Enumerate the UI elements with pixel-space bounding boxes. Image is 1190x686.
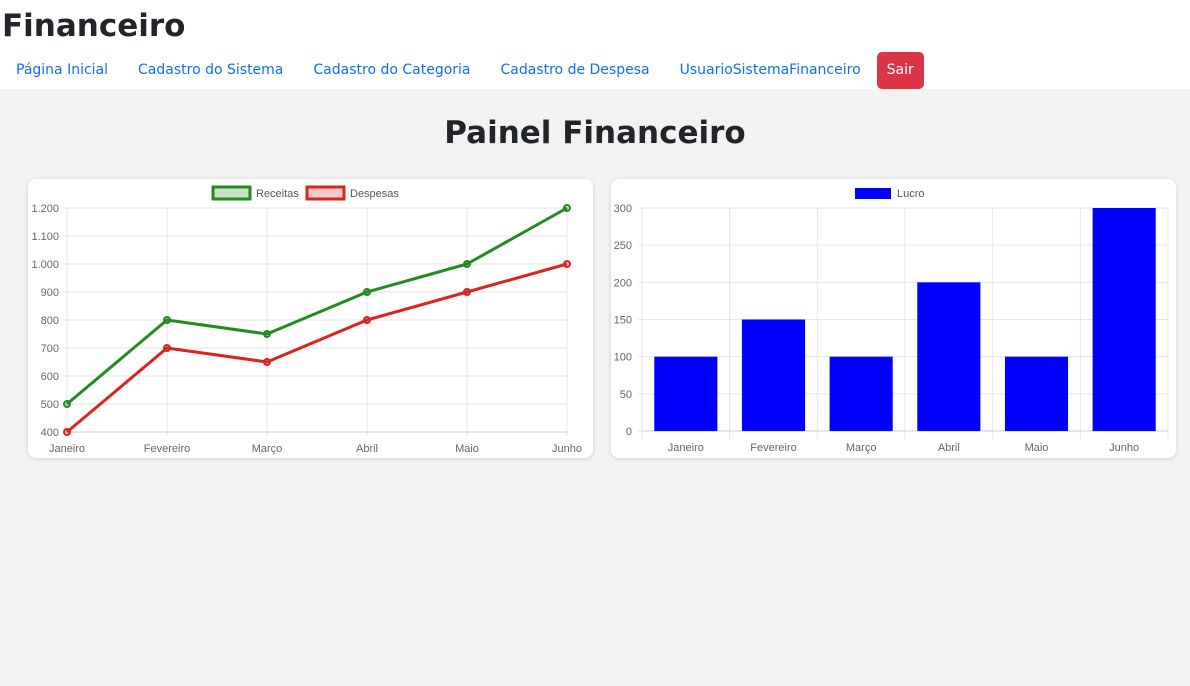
data-point-receitas — [363, 288, 371, 296]
nav-link-home[interactable]: Página Inicial — [0, 52, 123, 88]
legend-swatch — [305, 185, 346, 201]
x-tick-label: Abril — [938, 442, 960, 454]
nav-link-category-register[interactable]: Cadastro do Categoria — [298, 52, 485, 88]
y-tick-label: 0 — [626, 426, 632, 438]
bar-lucro — [1004, 356, 1069, 431]
series-line-receitas — [66, 206, 568, 406]
data-point-receitas — [63, 400, 71, 408]
y-tick-label: 200 — [614, 277, 632, 289]
nav-link-users[interactable]: UsuarioSistemaFinanceiro — [665, 52, 876, 88]
x-tick-label: Janeiro — [49, 443, 85, 455]
bar-lucro — [917, 282, 981, 431]
data-point-despesas — [363, 316, 371, 324]
nav-link-expense-register[interactable]: Cadastro de Despesa — [486, 52, 665, 88]
y-tick-label: 100 — [614, 352, 632, 364]
nav-link-system-register[interactable]: Cadastro do Sistema — [123, 52, 298, 88]
legend-label: Lucro — [897, 188, 925, 200]
y-tick-label: 1.000 — [31, 259, 59, 271]
revenue-expense-line-chart: 400 500 600 700 800 900 1.000 1.100 1.200 Janeiro… — [31, 185, 582, 455]
x-tick-label: Fevereiro — [144, 443, 190, 455]
profit-chart-card: 0 50 100 150 200 250 300 Janeiro Fevereiro Março A… — [611, 179, 1176, 458]
top-header: Financeiro Página Inicial Cadastro do Si… — [0, 0, 1190, 89]
x-tick-label: Maio — [1025, 442, 1049, 454]
data-point-despesas — [163, 344, 171, 352]
bar-lucro — [1092, 208, 1156, 431]
legend-label: Receitas — [256, 188, 299, 200]
bar-lucro — [654, 356, 718, 431]
x-tick-label: Março — [252, 443, 283, 455]
x-tick-label: Fevereiro — [750, 442, 796, 454]
data-point-despesas — [563, 260, 571, 268]
x-tick-label: Abril — [356, 443, 378, 455]
data-point-receitas — [563, 204, 571, 212]
revenue-expense-chart-card: 400 500 600 700 800 900 1.000 1.100 1.200 Janeiro… — [28, 179, 593, 458]
y-tick-label: 400 — [41, 427, 59, 439]
data-point-receitas — [463, 260, 471, 268]
bar-lucro — [741, 319, 806, 431]
data-point-despesas — [463, 288, 471, 296]
y-tick-label: 800 — [41, 315, 59, 327]
data-point-despesas — [63, 428, 71, 436]
page-title: Painel Financeiro — [444, 115, 746, 151]
x-tick-label: Junho — [1109, 442, 1139, 454]
y-tick-label: 900 — [41, 287, 59, 299]
main-nav: Página Inicial Cadastro do Sistema Cadas… — [0, 51, 924, 89]
data-point-receitas — [263, 330, 271, 338]
data-point-despesas — [263, 358, 271, 366]
x-tick-label: Junho — [552, 443, 582, 455]
legend-swatch — [855, 188, 891, 199]
y-tick-label: 600 — [41, 371, 59, 383]
data-point-receitas — [163, 316, 171, 324]
y-tick-label: 700 — [41, 343, 59, 355]
bar-lucro — [829, 356, 893, 431]
app-title: Financeiro — [2, 8, 186, 44]
x-tick-label: Março — [846, 442, 877, 454]
y-tick-label: 500 — [41, 399, 59, 411]
legend-swatch — [211, 185, 252, 201]
x-tick-label: Maio — [455, 443, 479, 455]
y-tick-label: 1.200 — [31, 203, 59, 215]
y-tick-label: 300 — [614, 203, 632, 215]
legend-label: Despesas — [350, 188, 399, 200]
y-tick-label: 150 — [614, 315, 632, 327]
y-tick-label: 250 — [614, 240, 632, 252]
profit-bar-chart: 0 50 100 150 200 250 300 Janeiro Fevereiro Março A… — [614, 188, 1169, 454]
y-tick-label: 1.100 — [31, 231, 59, 243]
logout-button[interactable]: Sair — [876, 51, 924, 89]
y-tick-label: 50 — [620, 389, 632, 401]
x-tick-label: Janeiro — [668, 442, 704, 454]
